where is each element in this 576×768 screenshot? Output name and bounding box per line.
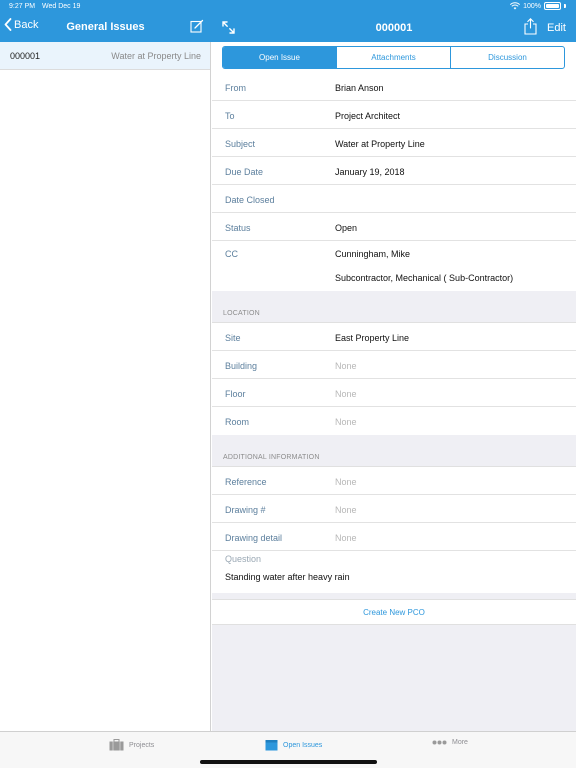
drawing-detail-label: Drawing detail xyxy=(225,533,283,543)
location-section: Site East Property Line Building None Fl… xyxy=(212,322,576,435)
tab-projects[interactable]: Projects xyxy=(109,739,154,751)
tab-open-issues[interactable]: Open Issues xyxy=(265,739,322,751)
status-time: 9:27 PM xyxy=(9,3,36,10)
tab-projects-label: Projects xyxy=(129,741,155,749)
chevron-left-icon xyxy=(4,18,12,31)
battery-nub xyxy=(564,4,566,8)
additional-section: Reference None Drawing # None Drawing de… xyxy=(212,466,576,593)
share-icon[interactable] xyxy=(524,18,537,35)
details-section: From Brian Anson To Project Architect Su… xyxy=(212,73,576,291)
home-indicator xyxy=(200,760,377,764)
issue-detail-panel: Open Issue Attachments Discussion From B… xyxy=(212,42,576,731)
cc-value: Subcontractor, Mechanical ( Sub-Contract… xyxy=(335,273,514,283)
site-row: Site East Property Line xyxy=(212,323,576,351)
room-label: Room xyxy=(225,417,250,427)
subject-row: Subject Water at Property Line xyxy=(212,129,576,157)
date-closed-label: Date Closed xyxy=(225,195,275,205)
to-row: To Project Architect xyxy=(212,101,576,129)
due-date-value: January 19, 2018 xyxy=(335,167,405,177)
tab-attachments[interactable]: Attachments xyxy=(337,47,451,68)
subject-label: Subject xyxy=(225,139,256,149)
status-label: Status xyxy=(225,223,251,233)
floor-value: None xyxy=(335,389,357,399)
due-date-label: Due Date xyxy=(225,167,264,177)
create-pco-button[interactable]: Create New PCO xyxy=(212,599,576,625)
to-value: Project Architect xyxy=(335,111,401,121)
drawing-number-row: Drawing # None xyxy=(212,495,576,523)
site-label: Site xyxy=(225,333,241,343)
cc-value: Cunningham, Mike xyxy=(335,249,411,259)
drawing-number-value: None xyxy=(335,505,357,515)
reference-label: Reference xyxy=(225,477,267,487)
reference-value: None xyxy=(335,477,357,487)
site-value: East Property Line xyxy=(335,333,410,343)
drawing-detail-value: None xyxy=(335,533,357,543)
date-closed-row: Date Closed xyxy=(212,185,576,213)
building-label: Building xyxy=(225,361,258,371)
from-label: From xyxy=(225,83,246,93)
left-nav: Back General Issues xyxy=(0,12,211,42)
cc-row: CC Cunningham, Mike Subcontractor, Mecha… xyxy=(212,241,576,291)
status-row: Status Open xyxy=(212,213,576,241)
question-label: Question xyxy=(225,554,262,564)
compose-icon[interactable] xyxy=(190,19,204,33)
segmented-control: Open Issue Attachments Discussion xyxy=(222,46,565,69)
issue-title: 000001 xyxy=(375,22,413,34)
folder-icon xyxy=(265,740,278,751)
issue-number: 000001 xyxy=(10,51,41,61)
briefcase-icon xyxy=(109,739,124,751)
due-date-row: Due Date January 19, 2018 xyxy=(212,157,576,185)
floor-row: Floor None xyxy=(212,379,576,407)
drawing-detail-row: Drawing detail None xyxy=(212,523,576,551)
back-button[interactable]: Back xyxy=(4,18,38,31)
floor-label: Floor xyxy=(225,389,246,399)
room-value: None xyxy=(335,417,357,427)
status-date: Wed Dec 19 xyxy=(42,3,81,10)
status-value: Open xyxy=(335,223,358,233)
tab-open-issue[interactable]: Open Issue xyxy=(223,47,337,68)
from-row: From Brian Anson xyxy=(212,73,576,101)
subject-value: Water at Property Line xyxy=(335,139,425,149)
question-row: Question Standing water after heavy rain xyxy=(212,551,576,593)
additional-info-header: ADDITIONAL INFORMATION xyxy=(223,454,320,461)
navigation-bar: 9:27 PM Wed Dec 19 100% Back General Iss… xyxy=(0,0,576,42)
from-value: Brian Anson xyxy=(335,83,384,93)
reference-row: Reference None xyxy=(212,467,576,495)
building-value: None xyxy=(335,361,357,371)
issue-subject: Water at Property Line xyxy=(111,51,201,61)
back-label: Back xyxy=(14,18,39,31)
edit-button[interactable]: Edit xyxy=(547,22,566,34)
room-row: Room None xyxy=(212,407,576,435)
list-item[interactable]: 000001 Water at Property Line xyxy=(0,42,210,70)
tab-more[interactable]: More xyxy=(432,739,468,746)
question-value: Standing water after heavy rain xyxy=(225,572,350,582)
wifi-icon xyxy=(510,2,521,10)
tab-discussion[interactable]: Discussion xyxy=(451,47,564,68)
expand-icon[interactable] xyxy=(222,21,235,34)
issue-list-panel: 000001 Water at Property Line xyxy=(0,42,211,731)
status-indicators: 100% xyxy=(510,2,566,10)
to-label: To xyxy=(225,111,235,121)
battery-percent: 100% xyxy=(523,2,541,10)
cc-label: CC xyxy=(225,249,238,259)
tab-open-issues-label: Open Issues xyxy=(283,741,323,749)
more-dots-icon xyxy=(432,740,447,745)
drawing-number-label: Drawing # xyxy=(225,505,266,515)
tab-more-label: More xyxy=(452,739,468,746)
battery-icon xyxy=(544,2,561,10)
building-row: Building None xyxy=(212,351,576,379)
location-header: LOCATION xyxy=(223,310,260,317)
